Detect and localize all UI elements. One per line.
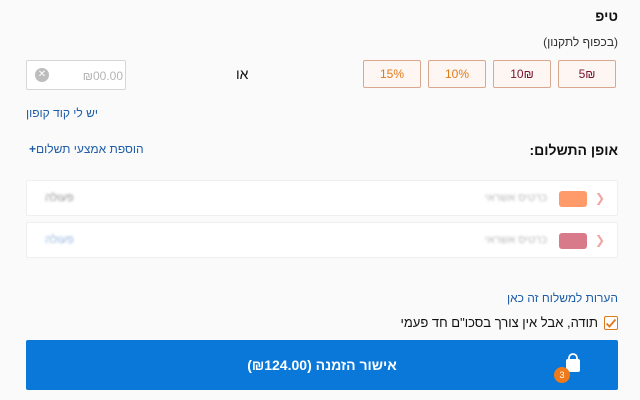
payment-card-1[interactable]: ❯ כרטיס אשראי פעולה (26, 180, 618, 216)
tip-option-10-percent[interactable]: 10% (428, 60, 486, 88)
or-label: או (236, 66, 249, 82)
card-description: כרטיס אשראי (484, 234, 547, 246)
add-payment-method-link[interactable]: הוספת אמצעי תשלום+ (26, 142, 144, 156)
payment-card-2[interactable]: ❯ כרטיס אשראי פעולה (26, 222, 618, 258)
tip-option-15-percent[interactable]: 15% (363, 60, 421, 88)
delivery-notes-link[interactable]: הערות למשלוח זה כאן (507, 291, 618, 305)
confirm-order-button[interactable]: אישור הזמנה (₪124.00) 3 (26, 340, 618, 390)
tip-subtitle: (בכפוף לתקנון) (543, 35, 618, 49)
tip-option-10[interactable]: 10₪ (493, 60, 551, 88)
tip-option-5[interactable]: 5₪ (558, 60, 616, 88)
custom-tip-input[interactable] (49, 61, 125, 91)
cart-count-badge: 3 (554, 367, 570, 383)
card-logo-icon (559, 233, 587, 249)
clear-icon[interactable]: ✕ (35, 68, 49, 82)
confirm-order-label: אישור הזמנה (₪124.00) (247, 357, 397, 373)
card-action[interactable]: פעולה (45, 234, 74, 246)
checkmark-icon (605, 318, 617, 328)
custom-tip-field: ✕ (26, 60, 126, 91)
add-payment-label: הוספת אמצעי תשלום (36, 142, 144, 156)
tip-title: טיפ (595, 8, 618, 24)
coupon-link[interactable]: יש לי קוד קופון (26, 106, 98, 120)
donation-label: תודה, אבל אין צורך בסכו"ם חד פעמי (400, 315, 598, 330)
card-action[interactable]: פעולה (45, 192, 74, 204)
card-logo-icon (559, 191, 587, 207)
donation-opt-out: תודה, אבל אין צורך בסכו"ם חד פעמי (400, 315, 618, 330)
plus-icon: + (29, 142, 37, 156)
payment-method-title: אופן התשלום: (529, 142, 619, 158)
donation-checkbox[interactable] (604, 315, 618, 330)
chevron-icon: ❯ (594, 191, 605, 205)
chevron-icon: ❯ (594, 233, 605, 247)
card-description: כרטיס אשראי (484, 192, 547, 204)
